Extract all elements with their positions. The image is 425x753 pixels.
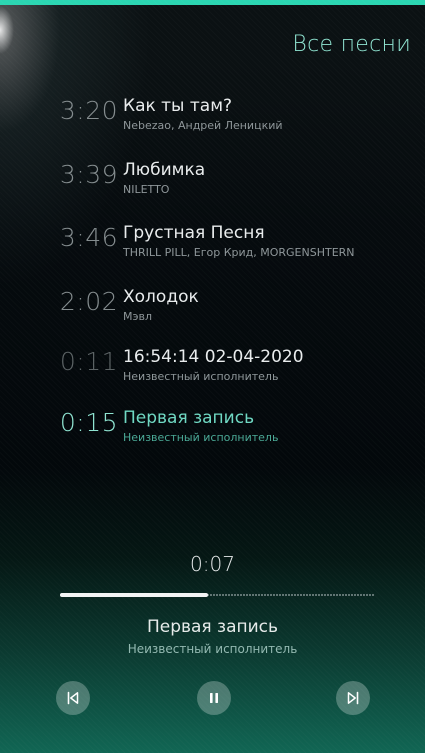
track-duration: 2:02 <box>59 287 118 316</box>
track-duration: 3:20 <box>59 96 118 125</box>
progress-slider[interactable] <box>60 593 374 597</box>
pause-icon <box>210 693 218 703</box>
track-duration: 0:11 <box>59 347 118 376</box>
progress-fill <box>60 593 208 597</box>
next-track-button[interactable] <box>336 681 370 715</box>
track-artist: Nebezao, Андрей Леницкий <box>123 119 283 132</box>
track-row[interactable]: 3:20 Как ты там? Nebezao, Андрей Леницки… <box>0 94 425 150</box>
track-title: 16:54:14 02-04-2020 <box>123 347 304 367</box>
track-artist: Мэвл <box>123 310 153 323</box>
track-artist: Неизвестный исполнитель <box>123 370 279 383</box>
track-row-active[interactable]: 0:15 Первая запись Неизвестный исполните… <box>0 406 425 462</box>
track-duration: 3:39 <box>59 160 118 189</box>
track-row[interactable]: 3:46 Грустная Песня THRILL PILL, Егор Кр… <box>0 221 425 277</box>
track-title: Первая запись <box>123 408 255 428</box>
page-title[interactable]: Все песни <box>292 32 411 57</box>
status-accent-bar <box>0 0 425 5</box>
track-duration: 3:46 <box>59 223 118 252</box>
track-artist: NILETTO <box>123 183 170 196</box>
track-row[interactable]: 3:39 Любимка NILETTO <box>0 158 425 214</box>
track-duration: 0:15 <box>59 408 118 437</box>
pause-button[interactable] <box>197 681 231 715</box>
track-title: Как ты там? <box>123 96 233 116</box>
previous-track-button[interactable] <box>56 681 90 715</box>
track-artist: THRILL PILL, Егор Крид, MORGENSHTERN <box>123 246 355 259</box>
skip-previous-icon <box>67 691 79 705</box>
skip-next-icon <box>347 691 359 705</box>
track-row[interactable]: 0:11 16:54:14 02-04-2020 Неизвестный исп… <box>0 345 425 401</box>
now-playing-artist: Неизвестный исполнитель <box>127 642 298 656</box>
track-title: Холодок <box>123 287 199 307</box>
track-title: Грустная Песня <box>123 223 265 243</box>
elapsed-time: 0:07 <box>190 552 235 576</box>
track-artist: Неизвестный исполнитель <box>123 431 279 444</box>
music-player-screen: Все песни 3:20 Как ты там? Nebezao, Андр… <box>0 0 425 753</box>
track-title: Любимка <box>123 160 206 180</box>
now-playing-title: Первая запись <box>146 617 279 637</box>
track-row[interactable]: 2:02 Холодок Мэвл <box>0 285 425 341</box>
